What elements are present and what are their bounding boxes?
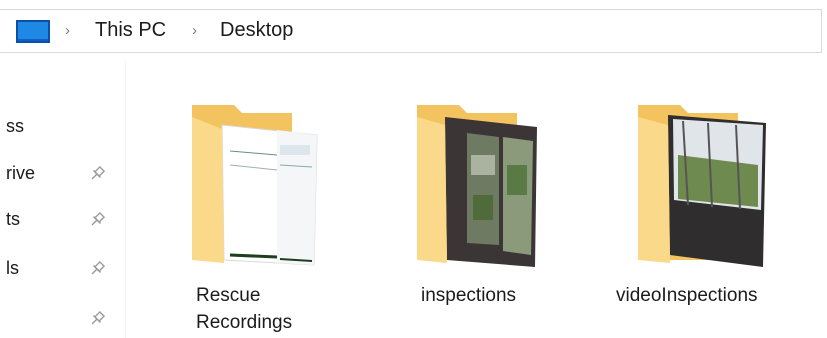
- nav-item-downloads[interactable]: ls: [0, 254, 120, 284]
- folder-icon: [192, 105, 318, 266]
- nav-item-quick-access[interactable]: ss: [0, 112, 120, 142]
- nav-item-label: ss: [6, 116, 24, 136]
- folder-name-line: inspections: [421, 285, 517, 306]
- folder-name: videoInspections: [616, 282, 758, 309]
- folder-inspections[interactable]: inspections: [407, 95, 557, 338]
- monitor-icon: [16, 20, 50, 43]
- address-bar[interactable]: › This PC › Desktop: [0, 9, 822, 53]
- pin-icon[interactable]: [88, 211, 106, 229]
- folder-name: Rescue Recordings: [196, 282, 292, 336]
- folder-name-line: videoInspections: [616, 285, 758, 306]
- pane-divider[interactable]: [125, 60, 126, 338]
- pin-icon[interactable]: [88, 165, 106, 183]
- nav-item-label: rive: [6, 163, 36, 183]
- folder-icon: [417, 105, 537, 267]
- folder-videoinspections[interactable]: videoInspections: [616, 95, 778, 338]
- nav-item-label: ls: [6, 258, 19, 278]
- chevron-right-icon[interactable]: ›: [65, 22, 70, 39]
- folder-rescue-recordings[interactable]: Rescue Recordings: [182, 95, 332, 338]
- chevron-right-icon[interactable]: ›: [192, 22, 197, 39]
- nav-item-pictures[interactable]: [0, 304, 120, 334]
- folder-name-line: Recordings: [196, 312, 293, 333]
- nav-item-label: ts: [6, 209, 21, 229]
- folder-icon: [638, 105, 766, 267]
- breadcrumb-this-pc[interactable]: This PC: [95, 19, 166, 42]
- navigation-pane: ss rive ts ls: [0, 60, 126, 338]
- pin-icon[interactable]: [88, 310, 106, 328]
- nav-item-documents[interactable]: ts: [0, 205, 120, 235]
- breadcrumb-desktop[interactable]: Desktop: [220, 19, 293, 42]
- nav-item-drive[interactable]: rive: [0, 159, 120, 189]
- folder-name-line: Rescue: [196, 285, 261, 306]
- folder-name: inspections: [421, 282, 516, 309]
- pin-icon[interactable]: [88, 260, 106, 278]
